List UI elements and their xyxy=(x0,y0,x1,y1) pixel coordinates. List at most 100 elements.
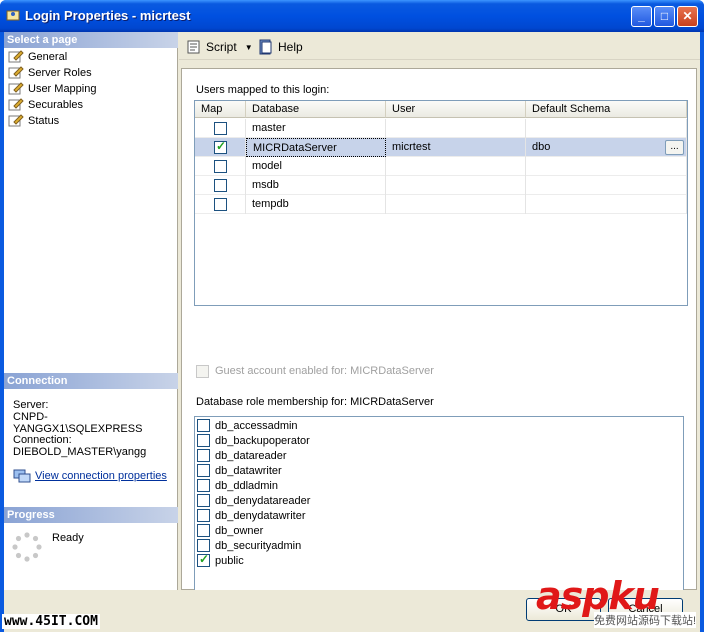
script-button[interactable]: Script ▼ xyxy=(186,39,253,55)
list-item[interactable]: db_securityadmin xyxy=(197,538,301,553)
table-row[interactable]: msdb xyxy=(195,176,687,195)
login-properties-window: Login Properties - micrtest _ □ ✕ Select… xyxy=(0,0,704,632)
list-item[interactable]: db_accessadmin xyxy=(197,418,298,433)
schema-cell[interactable] xyxy=(526,176,687,195)
role-checkbox[interactable] xyxy=(197,434,210,447)
page-label: Server Roles xyxy=(28,67,92,79)
list-item[interactable]: db_backupoperator xyxy=(197,433,310,448)
role-checkbox[interactable] xyxy=(197,494,210,507)
column-header-database[interactable]: Database xyxy=(246,101,386,118)
list-item[interactable]: db_datareader xyxy=(197,448,287,463)
schema-cell[interactable]: dbo... xyxy=(526,138,687,157)
user-cell[interactable] xyxy=(386,157,526,176)
database-cell: MICRDataServer xyxy=(246,138,386,157)
title-bar[interactable]: Login Properties - micrtest _ □ ✕ xyxy=(0,0,704,32)
server-label: Server: xyxy=(13,399,49,411)
role-checkbox[interactable] xyxy=(197,539,210,552)
page-label: Securables xyxy=(28,99,84,111)
map-cell xyxy=(195,176,246,195)
check-icon: ✓ xyxy=(199,552,210,566)
column-header-user[interactable]: User xyxy=(386,101,526,118)
list-item[interactable]: db_denydatawriter xyxy=(197,508,306,523)
users-mapped-label: Users mapped to this login: xyxy=(196,84,330,96)
role-name: db_owner xyxy=(215,524,264,537)
role-checkbox[interactable] xyxy=(197,464,210,477)
role-name: db_securityadmin xyxy=(215,539,302,552)
minimize-button[interactable]: _ xyxy=(631,6,652,27)
page-label: User Mapping xyxy=(28,83,97,95)
table-row[interactable]: model xyxy=(195,157,687,176)
map-checkbox[interactable] xyxy=(214,198,227,211)
role-name: db_denydatawriter xyxy=(215,509,306,522)
connection-value: DIEBOLD_MASTER\yangg xyxy=(13,446,147,458)
page-icon xyxy=(8,66,24,79)
browse-schema-button[interactable]: ... xyxy=(665,140,684,155)
role-name: db_backupoperator xyxy=(215,434,310,447)
guest-account-checkbox[interactable] xyxy=(196,365,209,378)
close-button[interactable]: ✕ xyxy=(677,6,698,27)
role-membership-label: Database role membership for: MICRDataSe… xyxy=(196,396,434,408)
role-name: db_datawriter xyxy=(215,464,282,477)
user-mapping-content: Users mapped to this login: Map Database… xyxy=(181,68,697,612)
map-checkbox[interactable] xyxy=(214,160,227,173)
page-icon xyxy=(8,114,24,127)
list-item[interactable]: db_denydatareader xyxy=(197,493,310,508)
page-label: Status xyxy=(28,115,60,127)
table-row[interactable]: tempdb xyxy=(195,195,687,214)
script-label: Script xyxy=(206,40,237,54)
role-checkbox[interactable]: ✓ xyxy=(197,552,210,567)
page-status[interactable]: Status xyxy=(8,113,59,129)
chevron-down-icon[interactable]: ▼ xyxy=(245,43,253,52)
schema-cell[interactable] xyxy=(526,157,687,176)
guest-account-label: Guest account enabled for: MICRDataServe… xyxy=(215,365,434,377)
user-cell[interactable] xyxy=(386,119,526,138)
maximize-button[interactable]: □ xyxy=(654,6,675,27)
page-general[interactable]: General xyxy=(8,49,67,65)
role-checkbox[interactable] xyxy=(197,419,210,432)
map-cell: ✓ xyxy=(195,138,246,157)
site-watermark: www.45IT.COM xyxy=(2,614,100,629)
check-icon: ✓ xyxy=(216,139,227,153)
help-button[interactable]: Help xyxy=(258,39,303,55)
page-server-roles[interactable]: Server Roles xyxy=(8,65,92,81)
list-item[interactable]: ✓ public xyxy=(197,552,244,568)
role-checkbox[interactable] xyxy=(197,449,210,462)
schema-cell[interactable] xyxy=(526,195,687,214)
user-cell[interactable] xyxy=(386,176,526,195)
schema-value: dbo xyxy=(532,141,551,153)
database-cell: msdb xyxy=(246,176,386,195)
dialog-client: Select a page General Server Roles User … xyxy=(4,32,700,632)
user-cell[interactable]: micrtest xyxy=(386,138,526,157)
role-checkbox[interactable] xyxy=(197,509,210,522)
connection-header: Connection xyxy=(4,373,178,389)
server-value: CNPD-YANGGX1\SQLEXPRESS xyxy=(13,411,143,435)
table-row[interactable]: master xyxy=(195,119,687,138)
role-checkbox[interactable] xyxy=(197,524,210,537)
view-connection-properties-link[interactable]: View connection properties xyxy=(35,470,167,482)
role-checkbox[interactable] xyxy=(197,479,210,492)
map-checkbox[interactable]: ✓ xyxy=(214,139,227,154)
window-title: Login Properties - micrtest xyxy=(25,8,191,23)
map-cell xyxy=(195,119,246,138)
login-icon xyxy=(6,10,20,21)
column-header-default-schema[interactable]: Default Schema xyxy=(526,101,687,118)
map-cell xyxy=(195,195,246,214)
progress-header: Progress xyxy=(4,507,178,523)
table-row[interactable]: ✓ MICRDataServer micrtest dbo... xyxy=(195,138,687,157)
page-user-mapping[interactable]: User Mapping xyxy=(8,81,96,97)
map-checkbox[interactable] xyxy=(214,179,227,192)
map-checkbox[interactable] xyxy=(214,122,227,135)
users-mapped-grid: Map Database User Default Schema master … xyxy=(194,100,688,306)
role-name: db_ddladmin xyxy=(215,479,278,492)
list-item[interactable]: db_owner xyxy=(197,523,263,538)
role-name: public xyxy=(215,554,244,567)
user-cell[interactable] xyxy=(386,195,526,214)
list-item[interactable]: db_ddladmin xyxy=(197,478,278,493)
page-securables[interactable]: Securables xyxy=(8,97,83,113)
list-item[interactable]: db_datawriter xyxy=(197,463,282,478)
select-page-header: Select a page xyxy=(4,32,178,48)
database-cell: tempdb xyxy=(246,195,386,214)
progress-status: Ready xyxy=(52,532,84,544)
column-header-map[interactable]: Map xyxy=(195,101,246,118)
schema-cell[interactable] xyxy=(526,119,687,138)
